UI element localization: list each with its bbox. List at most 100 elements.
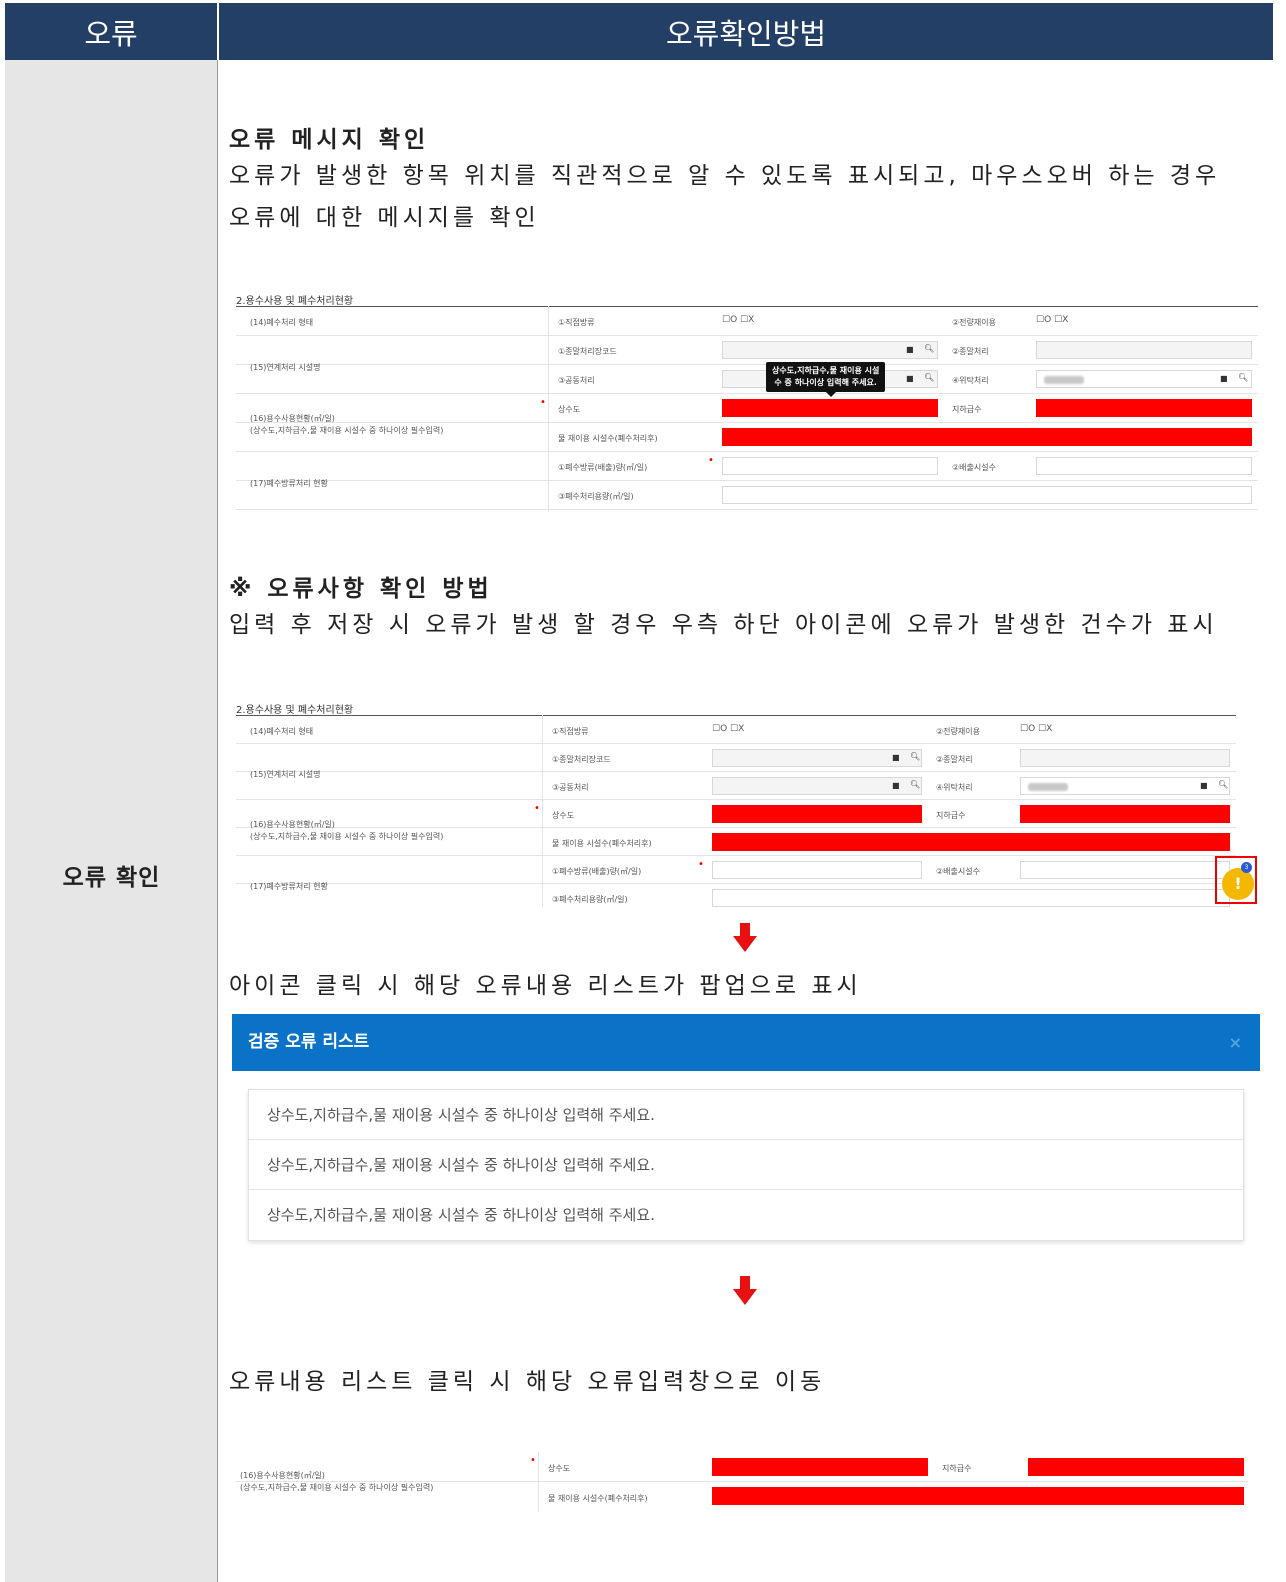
direct-label: ①직접방류	[552, 727, 589, 736]
search-icon[interactable]: 🔍︎	[924, 344, 934, 353]
tap-label: 상수도	[558, 405, 581, 414]
clear-icon[interactable]: ■	[906, 345, 914, 354]
left-label: 오류 확인	[62, 865, 161, 891]
tooltip-line1: 상수도,지하급수,물 재이용 시설	[772, 366, 880, 375]
clear-icon[interactable]: ■	[1220, 374, 1228, 383]
error-alert-icon[interactable]: !	[1222, 868, 1254, 900]
table-row: • 상수도 지하급수	[236, 394, 1258, 423]
final-code-label: ①종말처리장코드	[552, 755, 611, 764]
row16-label-a: (16)용수사용현황(㎥/일)	[240, 1471, 325, 1480]
ground-label: 지하급수	[936, 811, 966, 820]
tap-label: 상수도	[548, 1464, 571, 1473]
full-reuse-label: ②전량재이용	[936, 727, 980, 736]
checkbox-full-reuse[interactable]: ☐O ☐X	[1036, 315, 1068, 325]
reuse-input-error[interactable]	[712, 833, 1230, 851]
table-row: 물 재이용 시설수(폐수처리후)	[236, 1482, 1248, 1512]
ground-input-error[interactable]	[1028, 1458, 1244, 1476]
tooltip-line2: 수 중 하나이상 입력해 주세요.	[774, 378, 877, 387]
table-row: • 상수도 지하급수	[236, 800, 1236, 828]
discharge-input[interactable]	[712, 861, 922, 879]
table-row: ③폐수처리용량(㎥/일)	[236, 884, 1236, 907]
table-row: 물 재이용 시설수(폐수처리후)	[236, 423, 1258, 452]
blurred-value	[1028, 783, 1068, 791]
checkbox-o[interactable]: ☐O ☐X	[722, 315, 754, 325]
consign-label: ④위탁처리	[952, 376, 989, 385]
discharge-input[interactable]	[722, 457, 938, 475]
list-item[interactable]: 상수도,지하급수,물 재이용 시설수 중 하나이상 입력해 주세요.	[249, 1190, 1243, 1240]
table-row: 물 재이용 시설수(폐수처리후)	[236, 828, 1236, 856]
ground-label: 지하급수	[952, 405, 982, 414]
checkbox-o[interactable]: ☐O ☐X	[712, 724, 744, 734]
final-code-input[interactable]	[712, 749, 922, 767]
form-title: 2.용수사용 및 폐수처리현황	[236, 705, 354, 716]
arrow-down-icon	[733, 923, 757, 952]
form-panel-2: 2.용수사용 및 폐수처리현황 (14)폐수처리 형태 ①직접방류 ☐O ☐X …	[236, 701, 1236, 907]
search-icon[interactable]: 🔍︎	[924, 373, 934, 382]
search-icon[interactable]: 🔍︎	[1238, 373, 1248, 382]
reuse-label: 물 재이용 시설수(폐수처리후)	[558, 434, 658, 443]
error-count-highlight: ! 3	[1215, 856, 1257, 904]
form-title: 2.용수사용 및 폐수처리현황	[236, 296, 354, 307]
arrow-down-icon	[733, 1276, 757, 1305]
blurred-value	[1044, 376, 1084, 384]
search-icon[interactable]: 🔍︎	[910, 752, 920, 761]
error-tooltip: 상수도,지하급수,물 재이용 시설 수 중 하나이상 입력해 주세요.	[766, 362, 886, 397]
list-item[interactable]: 상수도,지하급수,물 재이용 시설수 중 하나이상 입력해 주세요.	[249, 1090, 1243, 1140]
checkbox-full-reuse[interactable]: ☐O ☐X	[1020, 724, 1052, 734]
table-row: (14)폐수처리 형태 ①직접방류 ☐O ☐X ②전량재이용 ☐O ☐X	[236, 307, 1258, 336]
section2-title: ※ 오류사항 확인 방법	[229, 576, 493, 602]
treat-input[interactable]	[712, 889, 1230, 907]
step3-text: 오류내용 리스트 클릭 시 해당 오류입력창으로 이동	[229, 1369, 826, 1395]
treat-label: ③폐수처리용량(㎥/일)	[558, 492, 634, 501]
tap-input-error[interactable]	[712, 805, 922, 823]
ground-input-error[interactable]	[1036, 399, 1252, 417]
discharge-label: ①폐수방류(배출)량(㎥/일)	[558, 463, 648, 472]
discharge-label: ①폐수방류(배출)량(㎥/일)	[552, 867, 642, 876]
ground-input-error[interactable]	[1020, 805, 1230, 823]
table-row: ①종말처리장코드 ■ 🔍︎ ②종말처리	[236, 336, 1258, 365]
table-row: ①폐수방류(배출)량(㎥/일) • ②배출시설수	[236, 452, 1258, 481]
error-count-badge: 3	[1241, 862, 1252, 873]
final-input[interactable]	[1020, 749, 1230, 767]
discharge-fac-label: ②배출시설수	[936, 867, 980, 876]
final-input[interactable]	[1036, 341, 1252, 359]
full-reuse-label: ②전량재이용	[952, 318, 996, 327]
clear-icon[interactable]: ■	[892, 753, 900, 762]
required-star: •	[530, 1455, 536, 1466]
treat-input[interactable]	[722, 486, 1252, 504]
table-row: ①폐수방류(배출)량(㎥/일) • ②배출시설수	[236, 856, 1236, 884]
popup-title: 검증 오류 리스트	[248, 1032, 370, 1052]
final-code-label: ①종말처리장코드	[558, 347, 617, 356]
table-row: ③공동처리 ■ 🔍︎ ④위탁처리 ■ 🔍︎	[236, 772, 1236, 800]
reuse-input-error[interactable]	[722, 428, 1252, 446]
form-panel-1: 2.용수사용 및 폐수처리현황 (14)폐수처리 형태 ①직접방류 ☐O ☐X …	[236, 292, 1258, 514]
required-star: •	[698, 859, 704, 870]
discharge-fac-input[interactable]	[1036, 457, 1252, 475]
header-error: 오류	[5, 3, 217, 60]
joint-label: ③공동처리	[552, 783, 589, 792]
tap-label: 상수도	[552, 811, 575, 820]
section2-desc: 입력 후 저장 시 오류가 발생 할 경우 우측 하단 아이콘에 오류가 발생한…	[229, 612, 1218, 638]
reuse-label: 물 재이용 시설수(폐수처리후)	[548, 1494, 648, 1503]
clear-icon[interactable]: ■	[892, 781, 900, 790]
list-item[interactable]: 상수도,지하급수,물 재이용 시설수 중 하나이상 입력해 주세요.	[249, 1140, 1243, 1190]
required-star: •	[540, 397, 546, 408]
discharge-fac-input[interactable]	[1020, 861, 1230, 879]
tap-input-error[interactable]	[712, 1458, 928, 1476]
reuse-input-error[interactable]	[712, 1487, 1244, 1505]
left-column: 오류 확인	[5, 60, 218, 1582]
section1-desc-line2: 오류에 대한 메시지를 확인	[229, 205, 540, 231]
close-icon[interactable]: ×	[1229, 1014, 1242, 1071]
clear-icon[interactable]: ■	[906, 374, 914, 383]
search-icon[interactable]: 🔍︎	[910, 780, 920, 789]
table-row: • 상수도 지하급수	[236, 1452, 1248, 1482]
step2-text: 아이콘 클릭 시 해당 오류내용 리스트가 팝업으로 표시	[229, 973, 862, 999]
row14-label: (14)폐수처리 형태	[250, 318, 314, 327]
error-list: 상수도,지하급수,물 재이용 시설수 중 하나이상 입력해 주세요. 상수도,지…	[248, 1089, 1244, 1241]
form-panel-3: • 상수도 지하급수 (16)용수사용현황(㎥/일) (상수도,지하급수,물 재…	[236, 1452, 1248, 1512]
popup-header: 검증 오류 리스트 ×	[232, 1014, 1260, 1071]
search-icon[interactable]: 🔍︎	[1218, 780, 1228, 789]
tap-input-error[interactable]	[722, 399, 938, 417]
joint-input[interactable]	[712, 777, 922, 795]
clear-icon[interactable]: ■	[1200, 781, 1208, 790]
